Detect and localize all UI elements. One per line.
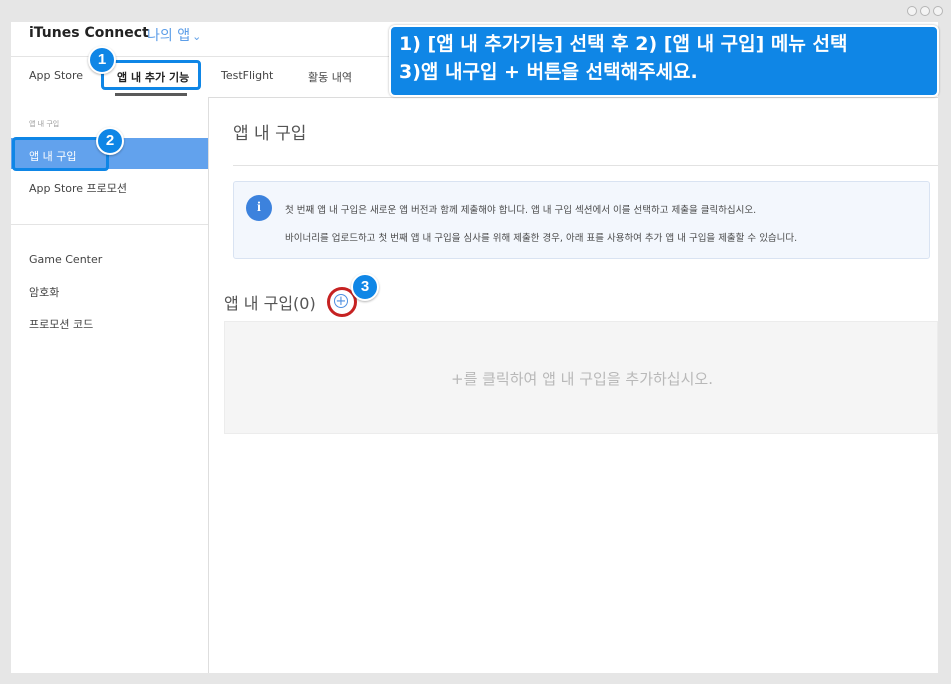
step-badge-2: 2: [96, 127, 124, 155]
window-dot-icon[interactable]: [933, 6, 943, 16]
sidebar-section-header: 앱 내 구입: [29, 120, 60, 128]
callout-line-2: 3)앱 내구입 + 버튼을 선택해주세요.: [399, 61, 698, 83]
step-badge-3: 3: [351, 273, 379, 301]
active-tab-indicator: [115, 93, 187, 96]
sidebar-item-encryption[interactable]: 암호화: [29, 284, 59, 300]
info-line-2: 바이너리를 업로드하고 첫 번째 앱 내 구입을 심사를 위해 제출한 경우, …: [285, 233, 798, 244]
tab-highlight-box: [101, 60, 201, 90]
tab-app-store[interactable]: App Store: [29, 69, 83, 82]
title-divider: [233, 165, 938, 166]
iap-section-heading: 앱 내 구입(0): [224, 294, 316, 313]
empty-state-message: +를 클릭하여 앱 내 구입을 추가하십시오.: [451, 370, 713, 388]
window-controls: [907, 6, 943, 16]
page-title: 앱 내 구입: [233, 124, 307, 144]
iap-empty-table: +를 클릭하여 앱 내 구입을 추가하십시오.: [224, 321, 938, 434]
chevron-down-icon: ⌄: [192, 30, 202, 43]
sidebar-divider: [11, 224, 208, 225]
sidebar-item-promo-codes[interactable]: 프로모션 코드: [29, 316, 93, 332]
window-dot-icon[interactable]: [920, 6, 930, 16]
sidebar: 앱 내 구입 앱 내 구입 App Store 프로모션 Game Center…: [11, 97, 209, 673]
app-selector-label: 나의 앱: [147, 28, 191, 44]
instruction-callout: 1) [앱 내 추가기능] 선택 후 2) [앱 내 구입] 메뉴 선택 3)앱…: [389, 25, 939, 97]
info-box: i 첫 번째 앱 내 구입은 새로운 앱 버전과 함께 제출해야 합니다. 앱 …: [233, 181, 930, 259]
sidebar-item-game-center[interactable]: Game Center: [29, 253, 102, 266]
app-window: iTunes Connect 나의 앱 ⌄ App Store 앱 내 추가 기능…: [11, 22, 938, 673]
tab-testflight[interactable]: TestFlight: [221, 69, 273, 82]
sidebar-highlight-box: [12, 137, 109, 171]
window-dot-icon[interactable]: [907, 6, 917, 16]
app-selector[interactable]: 나의 앱 ⌄: [147, 25, 201, 45]
brand-title: iTunes Connect: [29, 25, 149, 41]
callout-line-1: 1) [앱 내 추가기능] 선택 후 2) [앱 내 구입] 메뉴 선택: [399, 33, 848, 55]
sidebar-item-app-store-promotion[interactable]: App Store 프로모션: [29, 180, 127, 196]
info-icon: i: [246, 195, 272, 221]
step-badge-1: 1: [88, 46, 116, 74]
info-line-1: 첫 번째 앱 내 구입은 새로운 앱 버전과 함께 제출해야 합니다. 앱 내 …: [285, 205, 757, 216]
tab-activity[interactable]: 활동 내역: [308, 69, 352, 85]
